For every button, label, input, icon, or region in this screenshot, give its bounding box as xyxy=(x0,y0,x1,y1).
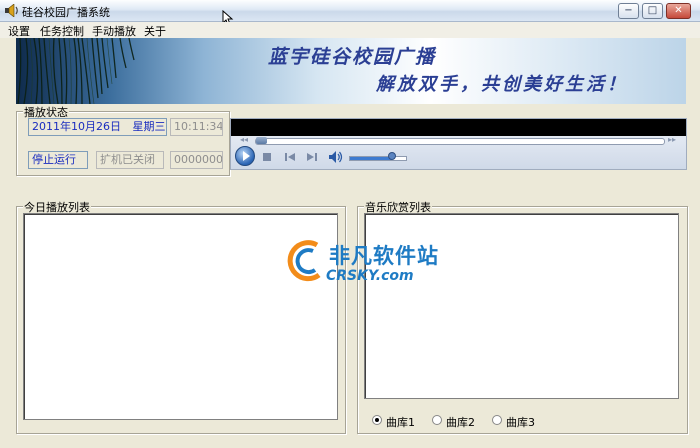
media-player: ◂◂ ▸▸ xyxy=(230,118,687,170)
date-display: 2011年10月26日 xyxy=(32,120,121,133)
watermark-cn-text: 非凡软件站 xyxy=(329,244,439,268)
window-title: 硅谷校园广播系统 xyxy=(22,6,110,19)
volume-icon[interactable] xyxy=(329,151,343,163)
title-bar[interactable]: 硅谷校园广播系统 − □ ✕ xyxy=(0,0,700,22)
library-radio-label: 曲库1 xyxy=(386,416,415,429)
speaker-app-icon xyxy=(5,4,18,17)
library-radio-button[interactable] xyxy=(492,415,502,425)
crsky-watermark: 非凡软件站 CRSKY.com xyxy=(283,236,438,290)
video-screen xyxy=(231,119,686,136)
menu-task-control[interactable]: 任务控制 xyxy=(40,23,84,39)
volume-fill xyxy=(350,157,392,160)
menu-settings[interactable]: 设置 xyxy=(8,23,30,39)
date-weekday-display: 2011年10月26日 星期三 xyxy=(28,118,167,136)
menu-bar: 设置 任务控制 手动播放 关于 xyxy=(0,22,700,38)
status-strip xyxy=(0,440,700,448)
amp-state-display: 扩机已关闭 xyxy=(96,151,164,169)
crsky-logo-icon xyxy=(287,240,321,282)
willow-tree-image xyxy=(17,38,135,104)
rewind-arrow-icon[interactable]: ◂◂ xyxy=(240,135,248,144)
weekday-display: 星期三 xyxy=(132,120,166,133)
menu-about[interactable]: 关于 xyxy=(144,23,166,39)
library-radio-button[interactable] xyxy=(432,415,442,425)
time-display: 10:11:34 xyxy=(170,118,223,136)
close-button[interactable]: ✕ xyxy=(666,3,691,19)
run-state-display: 停止运行 xyxy=(28,151,88,169)
library-radio-label: 曲库2 xyxy=(446,416,475,429)
counter-display: 00000000 xyxy=(170,151,223,169)
banner-slogan: 解放双手，共创美好生活！ xyxy=(376,74,628,95)
menu-manual-play[interactable]: 手动播放 xyxy=(92,23,136,39)
watermark-en-text: CRSKY.com xyxy=(326,268,414,284)
volume-thumb[interactable] xyxy=(388,152,396,160)
seek-bar[interactable] xyxy=(255,138,665,145)
library-radio-button[interactable] xyxy=(372,415,382,425)
stop-icon[interactable] xyxy=(263,153,271,161)
forward-arrow-icon[interactable]: ▸▸ xyxy=(668,135,676,144)
seek-thumb[interactable] xyxy=(256,137,267,144)
play-button[interactable] xyxy=(235,146,255,166)
next-icon[interactable] xyxy=(307,153,317,161)
maximize-button[interactable]: □ xyxy=(642,3,663,19)
library-radio-label: 曲库3 xyxy=(506,416,535,429)
minimize-button[interactable]: − xyxy=(618,3,639,19)
previous-icon[interactable] xyxy=(285,153,295,161)
banner-title: 蓝宇硅谷校园广播 xyxy=(268,46,437,68)
header-banner: 蓝宇硅谷校园广播 解放双手，共创美好生活！ xyxy=(16,38,686,104)
